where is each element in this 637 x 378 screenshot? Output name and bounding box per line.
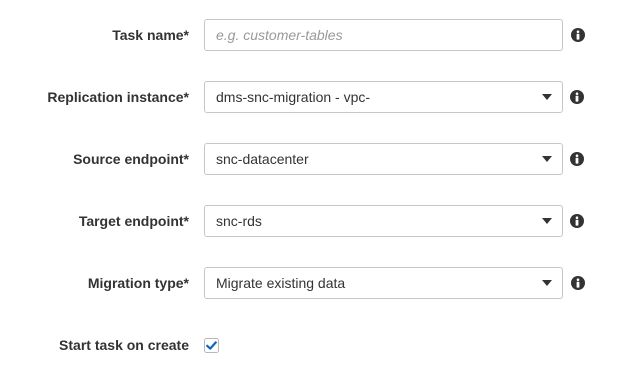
target-endpoint-select[interactable]: snc-rds: [204, 205, 563, 237]
task-name-placeholder: e.g. customer-tables: [216, 27, 343, 43]
caret-down-icon: [542, 280, 552, 286]
target-endpoint-row: Target endpoint* snc-rds: [0, 205, 637, 237]
start-task-checkbox[interactable]: [204, 338, 219, 353]
migration-type-label: Migration type*: [87, 275, 189, 291]
info-icon[interactable]: [570, 90, 584, 104]
migration-type-select[interactable]: Migrate existing data: [204, 267, 563, 299]
replication-instance-value: dms-snc-migration - vpc-: [216, 89, 371, 105]
migration-type-row: Migration type* Migrate existing data: [0, 267, 637, 299]
info-icon[interactable]: [570, 152, 584, 166]
task-name-label: Task name*: [112, 27, 189, 43]
task-name-input[interactable]: e.g. customer-tables: [204, 19, 563, 51]
replication-instance-label: Replication instance*: [47, 89, 189, 105]
replication-instance-select[interactable]: dms-snc-migration - vpc-: [204, 81, 563, 113]
source-endpoint-select[interactable]: snc-datacenter: [204, 143, 563, 175]
info-icon[interactable]: [571, 276, 585, 290]
caret-down-icon: [542, 156, 552, 162]
source-endpoint-label: Source endpoint*: [73, 151, 189, 167]
caret-down-icon: [542, 218, 552, 224]
source-endpoint-value: snc-datacenter: [216, 151, 309, 167]
target-endpoint-value: snc-rds: [216, 213, 262, 229]
caret-down-icon: [542, 94, 552, 100]
task-name-row: Task name* e.g. customer-tables: [0, 19, 637, 51]
start-task-label: Start task on create: [59, 337, 189, 353]
start-task-row: Start task on create: [0, 329, 637, 361]
info-icon[interactable]: [570, 214, 584, 228]
source-endpoint-row: Source endpoint* snc-datacenter: [0, 143, 637, 175]
info-icon[interactable]: [571, 28, 585, 42]
replication-instance-row: Replication instance* dms-snc-migration …: [0, 81, 637, 113]
migration-type-value: Migrate existing data: [216, 275, 346, 291]
target-endpoint-label: Target endpoint*: [78, 213, 189, 229]
